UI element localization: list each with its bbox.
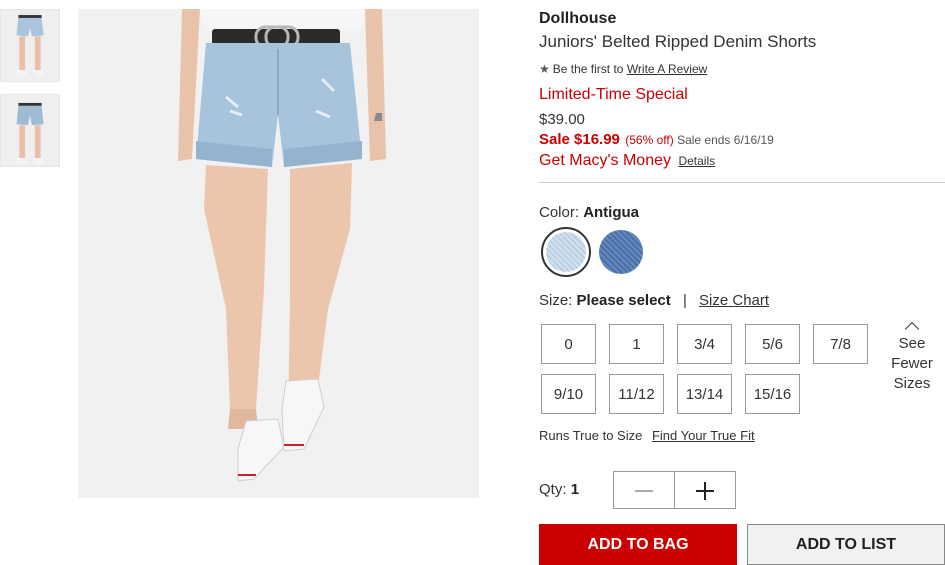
size-label-text: Size:	[539, 292, 573, 309]
sale-price: Sale $16.99	[539, 131, 620, 148]
size-option[interactable]: 5/6	[745, 324, 800, 364]
selected-color: Antigua	[583, 204, 640, 221]
see-fewer-line-3: Sizes	[893, 375, 931, 392]
see-fewer-sizes-button[interactable]: See Fewer Sizes	[883, 320, 941, 394]
quantity-value: 1	[570, 481, 580, 498]
color-swatch-dark[interactable]	[599, 230, 643, 274]
selected-size: Please select	[576, 292, 671, 309]
macys-money-line: Get Macy's Money Details	[539, 152, 715, 170]
brand-name[interactable]: Dollhouse	[539, 10, 616, 28]
thumbnail-back-image	[1, 95, 59, 166]
thumbnail-back[interactable]	[0, 94, 60, 167]
regular-price: $39.00	[539, 111, 585, 128]
size-option[interactable]: 7/8	[813, 324, 868, 364]
size-label: Size: Please select | Size Chart	[539, 292, 769, 309]
size-option[interactable]: 15/16	[745, 374, 800, 414]
minus-icon[interactable]	[614, 472, 675, 508]
sale-line: Sale $16.99 (56% off) Sale ends 6/16/19	[539, 131, 774, 148]
size-option[interactable]: 13/14	[677, 374, 732, 414]
size-separator: |	[682, 292, 687, 309]
size-option[interactable]: 11/12	[609, 374, 664, 414]
fit-text: Runs True to Size	[539, 428, 643, 443]
quantity-label: Qty: 1	[539, 481, 579, 498]
size-option[interactable]: 3/4	[677, 324, 732, 364]
size-option[interactable]: 1	[609, 324, 664, 364]
swatch-fill	[546, 232, 586, 272]
size-option[interactable]: 9/10	[541, 374, 596, 414]
main-product-image[interactable]	[78, 9, 479, 498]
special-label: Limited-Time Special	[539, 86, 688, 103]
see-fewer-line-2: Fewer	[891, 355, 933, 372]
review-prefix: Be the first to	[552, 62, 624, 76]
product-photo	[78, 9, 479, 498]
review-line: ★ Be the first to Write A Review	[539, 62, 707, 76]
divider	[539, 182, 945, 183]
size-chart-link[interactable]: Size Chart	[699, 292, 769, 309]
color-label-text: Color:	[539, 204, 580, 221]
quantity-stepper	[613, 471, 736, 509]
macys-money-text: Get Macy's Money	[539, 152, 671, 169]
fit-line: Runs True to Size Find Your True Fit	[539, 428, 755, 443]
quantity-label-text: Qty:	[539, 481, 567, 498]
color-swatch-antigua[interactable]	[541, 227, 591, 277]
add-to-bag-button[interactable]: ADD TO BAG	[539, 524, 737, 565]
plus-icon[interactable]	[674, 472, 735, 508]
product-name: Juniors' Belted Ripped Denim Shorts	[539, 32, 817, 51]
discount-percent: (56% off)	[625, 133, 674, 147]
star-icon: ★	[539, 62, 550, 76]
see-fewer-line-1: See	[898, 335, 926, 352]
true-fit-link[interactable]: Find Your True Fit	[652, 428, 755, 443]
size-option[interactable]: 0	[541, 324, 596, 364]
macys-money-details-link[interactable]: Details	[678, 154, 715, 168]
write-review-link[interactable]: Write A Review	[627, 62, 707, 76]
thumbnail-front[interactable]	[0, 9, 60, 82]
thumbnail-front-image	[1, 10, 59, 81]
add-to-list-button[interactable]: ADD TO LIST	[747, 524, 945, 565]
color-label: Color: Antigua	[539, 204, 639, 221]
sale-ends: Sale ends 6/16/19	[677, 133, 774, 147]
